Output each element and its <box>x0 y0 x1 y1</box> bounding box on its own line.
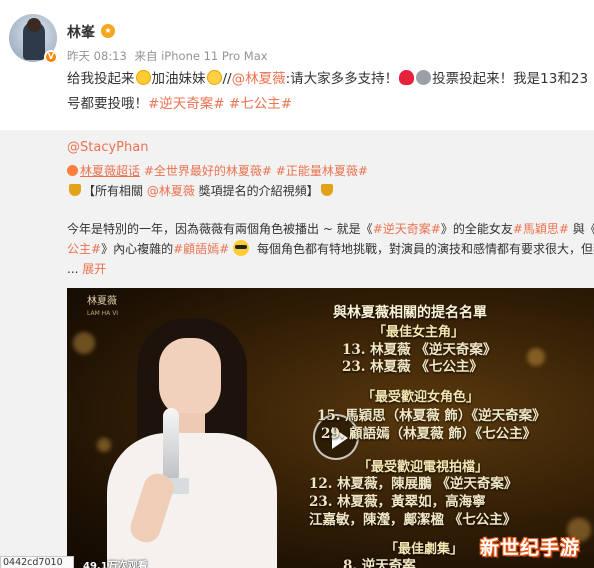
nomination-heading: 與林夏薇相關的提名名單 <box>333 305 487 321</box>
post-text-6: 号都要投哦！ <box>67 96 148 112</box>
topic-link-guyuyan[interactable]: #顧語嫣# <box>173 242 229 256</box>
trophy-icon <box>69 184 81 196</box>
body-text: 》的全能女友 <box>440 222 513 236</box>
body-text: 今年是特別的一年，因為薇薇有兩個角色被播出 ~ 就是《 <box>67 222 373 236</box>
body-text: 》內心複雜的 <box>101 242 174 256</box>
expand-link[interactable]: 展开 <box>82 262 106 276</box>
bokeh-light <box>97 438 111 452</box>
repost-body-line-3: ... 展开 <box>67 260 106 277</box>
bokeh-light <box>527 348 545 366</box>
repost-award-line: 【所有相關 @林夏薇 獎項提名的介紹視頻】 <box>67 182 335 199</box>
nomination-entry: 23. 林夏薇 《七公主》 <box>342 359 483 375</box>
super-topic-link[interactable]: 林夏薇超话 <box>80 164 140 178</box>
topic-link-qigongzhu[interactable]: #七公主# <box>229 96 292 112</box>
nomination-entry: 江嘉敏，陳瀅，鄺潔楹 《七公主》 <box>309 512 517 528</box>
smile-emoji-icon <box>135 70 151 85</box>
person-dress <box>107 433 277 568</box>
video-view-count: 49.1万次观看 <box>83 561 148 568</box>
id-tag: 0442cd7010 <box>0 556 74 568</box>
trophy-icon <box>320 184 333 196</box>
video-logo: 林夏薇 LAM HA VI <box>87 296 118 320</box>
super-topic-icon <box>67 165 78 176</box>
topic-link-mayingsi[interactable]: #馬穎思# <box>513 222 569 236</box>
person-face <box>159 338 221 418</box>
body-text: 每個角色都有特地挑戰，對演員的演技和感情都有要求很大，但薇 <box>253 242 594 256</box>
author-name[interactable]: 林峯 <box>67 22 95 42</box>
nomination-entry: 23. 林夏薇，黃翠如，高海寧 <box>309 494 486 510</box>
repost-card[interactable]: @StacyPhan 林夏薇超话 #全世界最好的林夏薇# #正能量林夏薇# 【所… <box>0 130 594 568</box>
post-text-4: :请大家多多支持！ <box>285 71 399 87</box>
avatar-head <box>27 18 41 32</box>
ellipsis: ... <box>67 262 83 276</box>
award-text-2: 獎項提名的介紹視頻】 <box>194 184 319 198</box>
mention-link[interactable]: @林夏薇 <box>232 71 286 87</box>
topic-link-qigongzhu[interactable]: 公主# <box>67 242 101 256</box>
cheer-emoji-icon <box>206 70 222 85</box>
topic-link-positive[interactable]: #正能量林夏薇# <box>272 164 368 178</box>
post-text-5: 投票投起来！我是13和23 <box>432 71 589 87</box>
award-statue <box>163 408 179 478</box>
nomination-entry: 15. 馬穎思（林夏薇 飾）《逆天奇案》 <box>317 408 546 424</box>
body-text: 與《 <box>568 222 594 236</box>
post-text-1: 给我投起来 <box>67 71 135 87</box>
post-meta: 昨天 08:13 来自 iPhone 11 Pro Max <box>67 48 272 64</box>
nomination-entry: 12. 林夏薇，陳展鵬 《逆天奇案》 <box>309 476 518 492</box>
video-logo-sub: LAM HA VI <box>87 310 119 317</box>
mention-link[interactable]: @林夏薇 <box>147 184 195 198</box>
post-time[interactable]: 昨天 08:13 <box>67 49 127 63</box>
nomination-entry: 29. 顧語嫣（林夏薇 飾）《七公主》 <box>321 426 537 442</box>
nomination-category: 「最受歡迎女角色」 <box>362 390 480 405</box>
award-text-1: 【所有相關 <box>83 184 147 198</box>
weibo-post: V 林峯 ★ 昨天 08:13 来自 iPhone 11 Pro Max 给我投… <box>0 0 594 130</box>
post-text-3: // <box>222 71 232 87</box>
bokeh-light <box>73 332 95 354</box>
topic-link-nitian[interactable]: #逆天奇案# <box>373 222 441 236</box>
video-player[interactable]: 林夏薇 LAM HA VI 與林夏薇相關的提名名單 「最佳女主角」 13. 林夏… <box>67 288 594 568</box>
heart-emoji-icon <box>399 70 415 85</box>
emoji-icon <box>416 70 432 85</box>
member-level-icon: ★ <box>101 24 115 38</box>
post-text-2: 加油妹妹 <box>151 71 206 87</box>
repost-body-line-1: 今年是特別的一年，因為薇薇有兩個角色被播出 ~ 就是《#逆天奇案#》的全能女友#… <box>67 220 594 237</box>
post-content: 给我投起来 加油妹妹 //@林夏薇:请大家多多支持！ 投票投起来！我是13和23 号都… <box>67 67 589 117</box>
topic-link-nitian[interactable]: #逆天奇案# <box>148 96 225 112</box>
sunglasses-emoji-icon <box>233 240 250 256</box>
video-logo-main: 林夏薇 <box>87 296 117 307</box>
repost-tags: 林夏薇超话 #全世界最好的林夏薇# #正能量林夏薇# <box>67 162 368 179</box>
site-watermark: 新世纪手游 <box>480 537 581 559</box>
verified-badge-icon: V <box>44 50 58 64</box>
repost-body-line-2: 公主#》內心複雜的#顧語嫣# 每個角色都有特地挑戰，對演員的演技和感情都有要求很… <box>67 240 594 257</box>
post-source: 来自 iPhone 11 Pro Max <box>134 49 268 63</box>
topic-link-best[interactable]: #全世界最好的林夏薇# <box>140 164 272 178</box>
nomination-entry: 8. 逆天奇案 <box>343 558 416 568</box>
repost-author-link[interactable]: @StacyPhan <box>67 140 148 155</box>
